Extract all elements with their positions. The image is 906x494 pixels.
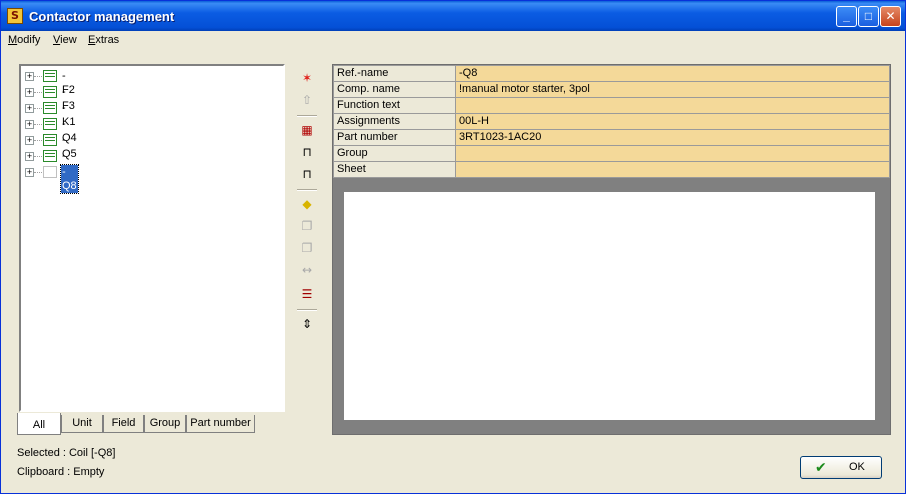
expand-icon[interactable]: + xyxy=(25,72,34,81)
properties-panel: Ref.-name -Q8 Comp. name !manual motor sta… xyxy=(332,64,891,435)
tab-field[interactable]: Field xyxy=(103,415,144,433)
menu-view[interactable]: View xyxy=(53,34,77,46)
status-selected: Selected : Coil [-Q8] xyxy=(17,447,116,459)
paste-icon[interactable]: ❐ xyxy=(298,239,316,257)
prop-value[interactable] xyxy=(455,145,890,162)
properties-table: Ref.-name -Q8 Comp. name !manual motor sta… xyxy=(333,65,890,178)
prop-label: Group xyxy=(333,145,456,162)
component-icon xyxy=(43,118,57,130)
table-row: Assignments 00L-H xyxy=(333,113,890,130)
swap-icon[interactable]: ↔ xyxy=(298,261,316,279)
table-row: Group xyxy=(333,145,890,162)
component-icon xyxy=(43,70,57,82)
prop-label: Function text xyxy=(333,97,456,114)
prop-value[interactable]: !manual motor starter, 3pol xyxy=(455,81,890,98)
title-bar[interactable]: S Contactor management _ □ ✕ xyxy=(1,1,905,31)
prop-value[interactable]: -Q8 xyxy=(455,65,890,82)
expand-icon[interactable]: + xyxy=(25,88,34,97)
delete-icon[interactable]: ✶ xyxy=(298,69,316,87)
prop-label: Comp. name xyxy=(333,81,456,98)
table-row: Comp. name !manual motor starter, 3pol xyxy=(333,81,890,98)
app-icon: S xyxy=(7,8,23,24)
vertical-toolbar: ✶ ⇧ ▦ ⊓ ⊓ ◆ ❐ ❐ ↔ ☰ ⇕ xyxy=(295,65,321,345)
contact-icon[interactable]: ⊓ xyxy=(298,143,316,161)
table-row: Ref.-name -Q8 xyxy=(333,65,890,82)
maximize-button[interactable]: □ xyxy=(858,6,879,27)
window-title: Contactor management xyxy=(29,9,175,24)
component-icon xyxy=(43,134,57,146)
tab-part-number[interactable]: Part number xyxy=(186,415,255,433)
contactor-management-window: S Contactor management _ □ ✕ Modify View… xyxy=(0,0,906,494)
expand-icon[interactable]: + xyxy=(25,120,34,129)
check-icon: ✔ xyxy=(815,459,827,475)
ok-button[interactable]: ✔ OK xyxy=(800,456,882,479)
prop-value[interactable]: 00L-H xyxy=(455,113,890,130)
prop-label: Assignments xyxy=(333,113,456,130)
close-button[interactable]: ✕ xyxy=(880,6,901,27)
resize-icon[interactable]: ⇕ xyxy=(298,315,316,333)
component-tree[interactable]: + -F2 + -F3 + -K1 + -Q4 + -Q5 + -Q6 xyxy=(19,64,285,412)
menu-bar: Modify View Extras xyxy=(1,31,905,50)
tab-group[interactable]: Group xyxy=(144,415,186,433)
table-icon[interactable]: ▦ xyxy=(298,121,316,139)
prop-label: Ref.-name xyxy=(333,65,456,82)
copy-icon[interactable]: ❐ xyxy=(298,217,316,235)
prop-value[interactable] xyxy=(455,97,890,114)
menu-modify[interactable]: Modify xyxy=(8,34,40,46)
table-row: Function text xyxy=(333,97,890,114)
tab-all[interactable]: All xyxy=(17,413,61,435)
expand-icon[interactable]: + xyxy=(25,104,34,113)
component-icon xyxy=(43,150,57,162)
ok-button-label: OK xyxy=(849,461,865,473)
status-clipboard: Clipboard : Empty xyxy=(17,466,105,478)
settings-icon[interactable]: ☰ xyxy=(298,285,316,303)
symbol-preview xyxy=(344,192,875,420)
prop-label: Part number xyxy=(333,129,456,146)
expand-icon[interactable]: + xyxy=(25,136,34,145)
prop-value[interactable] xyxy=(455,161,890,178)
contact-multi-icon[interactable]: ⊓ xyxy=(298,165,316,183)
component-icon xyxy=(43,166,57,178)
component-icon xyxy=(43,102,57,114)
prop-value[interactable]: 3RT1023-1AC20 xyxy=(455,129,890,146)
prop-label: Sheet xyxy=(333,161,456,178)
tree-item-label: -Q8 xyxy=(60,164,79,194)
tab-unit[interactable]: Unit xyxy=(61,415,103,433)
table-row: Part number 3RT1023-1AC20 xyxy=(333,129,890,146)
minimize-button[interactable]: _ xyxy=(836,6,857,27)
table-row: Sheet xyxy=(333,161,890,178)
component-icon xyxy=(43,86,57,98)
open-folder-icon[interactable]: ⇧ xyxy=(298,91,316,109)
expand-icon[interactable]: + xyxy=(25,168,34,177)
expand-icon[interactable]: + xyxy=(25,152,34,161)
eraser-icon[interactable]: ◆ xyxy=(298,195,316,213)
menu-extras[interactable]: Extras xyxy=(88,34,119,46)
